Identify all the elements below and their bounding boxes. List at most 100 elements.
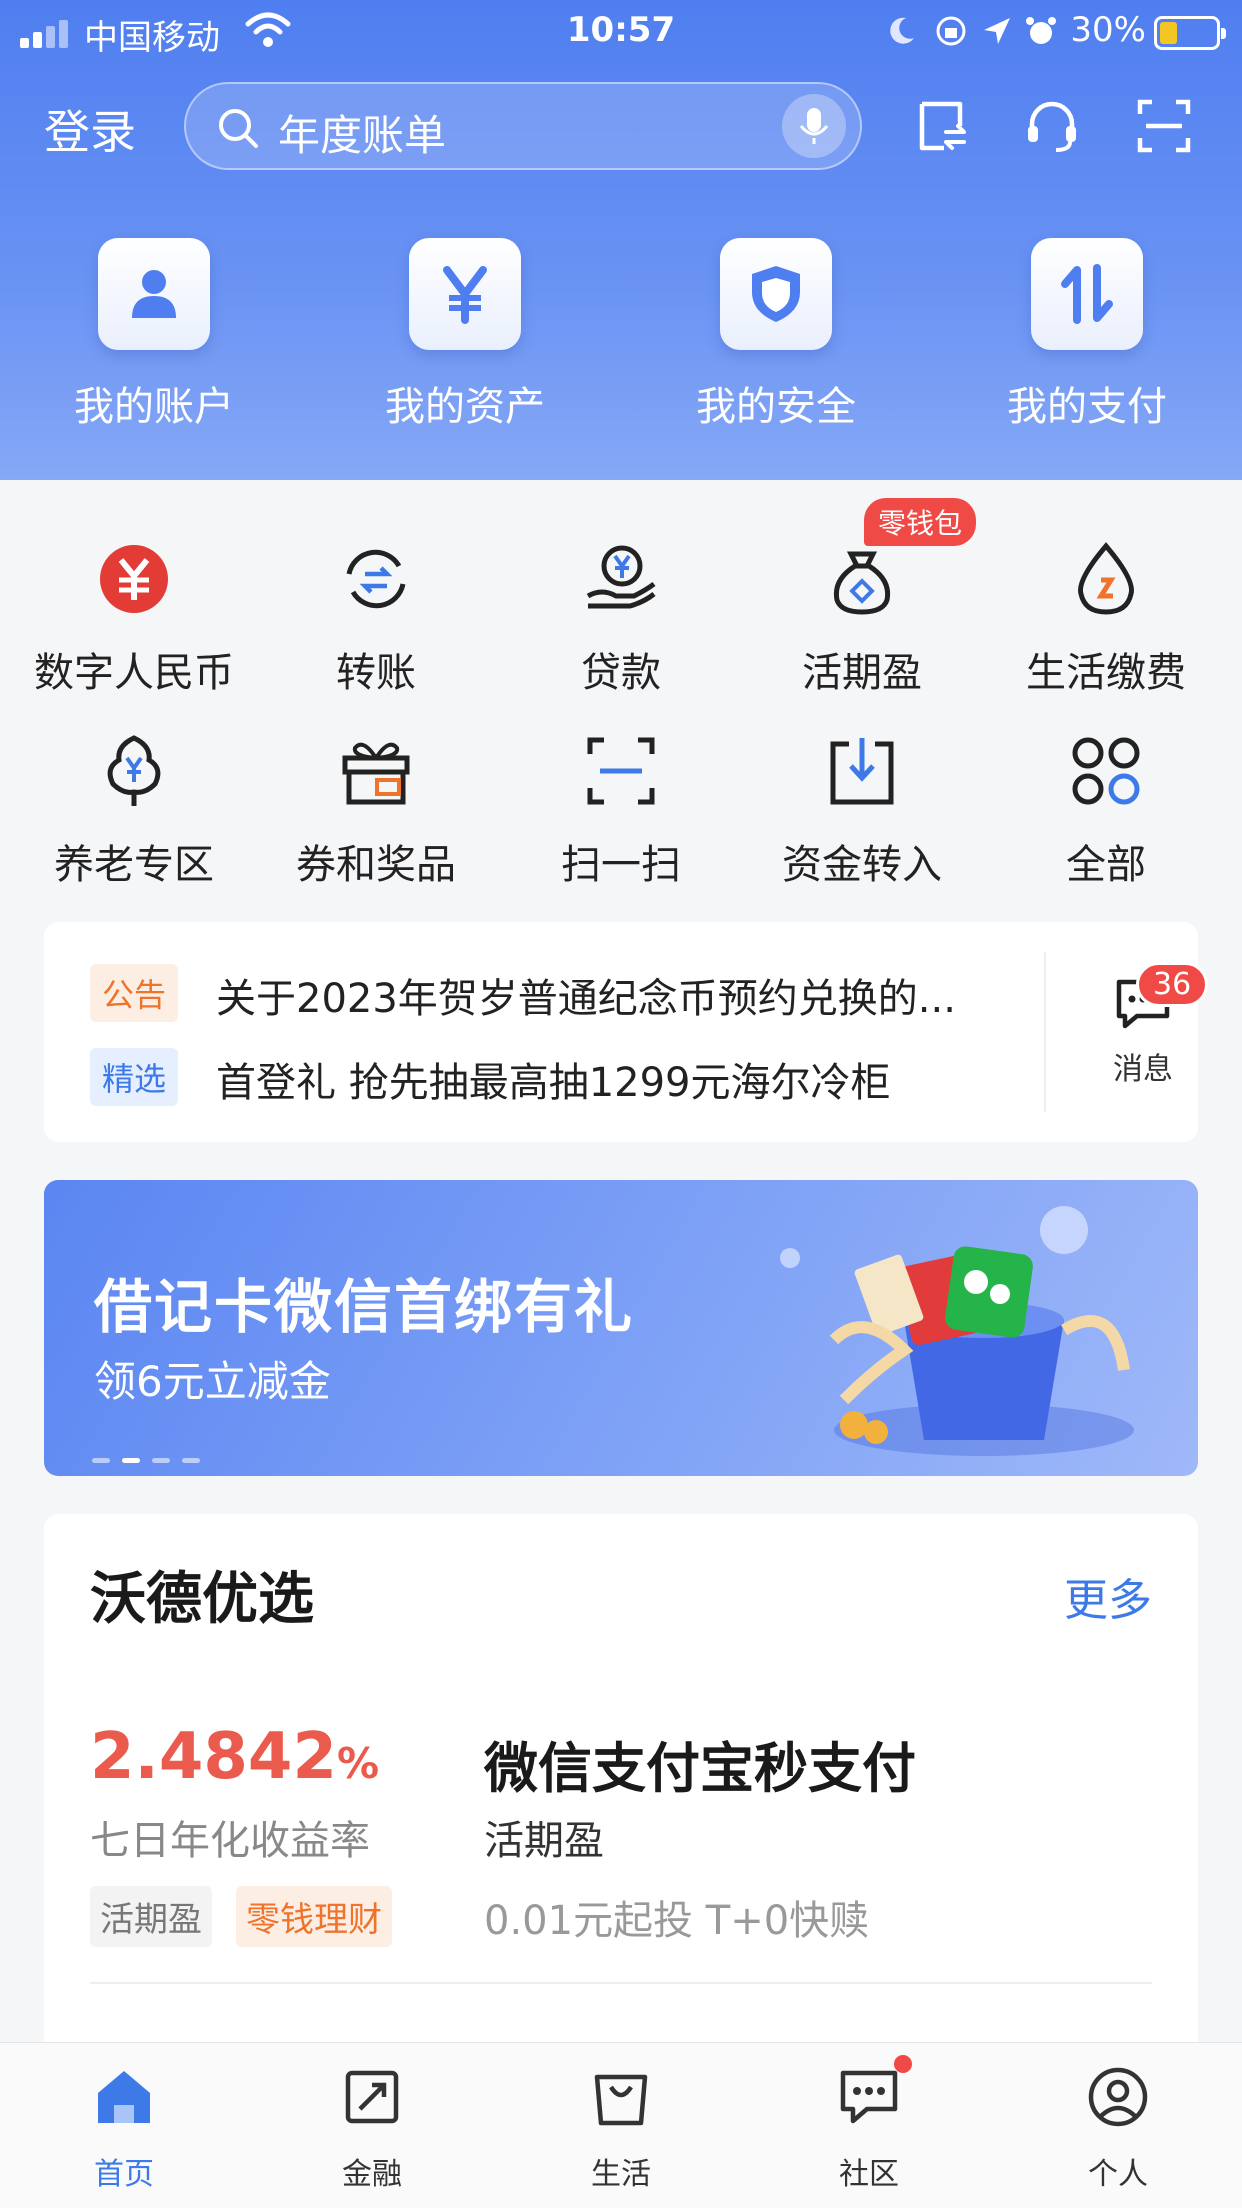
tab-home[interactable]: 首页: [0, 2065, 248, 2193]
loan-label: 贷款: [581, 650, 661, 696]
announcement-tag: 公告: [90, 964, 179, 1022]
yield-rate-label: 七日年化收益率: [90, 1818, 370, 1864]
pension-label: 养老专区: [54, 842, 214, 888]
shield-icon: [752, 266, 800, 322]
battery-percent: 30%: [1070, 10, 1146, 50]
digital-rmb-label: 数字人民币: [34, 650, 234, 696]
my-assets-tile: [409, 238, 521, 350]
my-assets-entry[interactable]: 我的资产: [345, 238, 585, 432]
product-chip-wealth: 零钱理财: [236, 1886, 392, 1947]
my-payment-label: 我的支付: [1007, 384, 1167, 430]
tab-profile[interactable]: 个人: [994, 2065, 1242, 2193]
more-link[interactable]: 更多: [1064, 1564, 1152, 1628]
chat-icon: [840, 2070, 898, 2124]
alarm-icon: [1026, 17, 1056, 44]
tab-bar: 首页 金融 生活 社区 个人: [0, 2042, 1242, 2208]
shopping-bag-icon: [594, 2074, 648, 2126]
finance-icon: [345, 2070, 399, 2124]
tab-profile-label: 个人: [1088, 2157, 1148, 2192]
search-input[interactable]: 年度账单: [184, 82, 862, 170]
loan-entry[interactable]: 贷款: [497, 540, 745, 698]
fund-in-label: 资金转入: [782, 842, 942, 888]
banner-subtitle: 领6元立减金: [94, 1357, 331, 1406]
tab-life-label: 生活: [591, 2157, 651, 2192]
product-description: 0.01元起投 T+0快赎: [484, 1898, 870, 1944]
banner-title: 借记卡微信首绑有礼: [94, 1273, 635, 1341]
bill-switch-icon[interactable]: [910, 96, 970, 156]
pension-entry[interactable]: 养老专区: [10, 732, 258, 890]
profile-icon: [1088, 2067, 1148, 2127]
transfer-icon: [346, 549, 406, 609]
divider: [1044, 952, 1046, 1112]
gift-box-illustration: [780, 1206, 1134, 1456]
notice-card: 公告 关于2023年贺岁普通纪念币预约兑换的... 精选 首登礼 抢先抽最高抽1…: [44, 922, 1209, 1142]
grid-icon: [1072, 737, 1140, 805]
huoqiying-label: 活期盈: [802, 650, 922, 696]
tab-home-label: 首页: [94, 2157, 154, 2192]
huoqiying-entry[interactable]: 活期盈: [738, 540, 986, 698]
scan-label: 扫一扫: [561, 842, 681, 888]
all-services-entry[interactable]: 全部: [982, 732, 1230, 890]
yield-rate: 2.4842%: [90, 1720, 379, 1794]
my-security-label: 我的安全: [696, 384, 856, 430]
all-services-label: 全部: [1066, 842, 1146, 888]
scan-icon[interactable]: [1134, 96, 1194, 156]
featured-tag: 精选: [90, 1048, 179, 1106]
quick-actions: 数字人民币 转账 贷款 活期盈 零钱包 生活缴费 养老专区 券和奖品 扫一扫 资…: [0, 480, 1242, 900]
microphone-icon: [799, 108, 829, 144]
gift-icon: [342, 742, 410, 805]
search-icon: [219, 109, 258, 148]
community-notification-dot: [894, 2055, 912, 2073]
download-tray-icon: [830, 738, 894, 805]
life-payment-label: 生活缴费: [1026, 650, 1186, 696]
status-bar: 中国移动 10:57 30%: [0, 0, 1242, 64]
login-button[interactable]: 登录: [44, 96, 136, 162]
home-icon: [98, 2071, 150, 2123]
fund-in-entry[interactable]: 资金转入: [738, 732, 986, 890]
my-account-tile: [98, 238, 210, 350]
my-payment-tile: [1031, 238, 1143, 350]
my-account-entry[interactable]: 我的账户: [34, 238, 274, 432]
coupons-entry[interactable]: 券和奖品: [252, 732, 500, 890]
search-placeholder: 年度账单: [278, 111, 447, 160]
messages-label: 消息: [1113, 1052, 1173, 1087]
water-drop-icon: [1078, 542, 1134, 615]
recommend-card: 沃德优选 更多 2.4842% 七日年化收益率 活期盈 零钱理财 微信支付宝秒支…: [44, 1514, 1198, 2054]
scan-entry[interactable]: 扫一扫: [497, 732, 745, 890]
carousel-dots: [92, 1448, 212, 1467]
battery-icon: [1154, 16, 1226, 50]
scan-frame-icon: [587, 737, 655, 805]
announcement-line[interactable]: 关于2023年贺岁普通纪念币预约兑换的...: [216, 966, 1066, 1024]
my-security-tile: [720, 238, 832, 350]
promo-banner[interactable]: 借记卡微信首绑有礼 领6元立减金: [44, 1180, 1198, 1476]
moon-icon: [890, 17, 914, 44]
yen-icon: [443, 266, 487, 324]
message-count-badge: 36: [1136, 962, 1209, 1007]
coupons-label: 券和奖品: [296, 842, 456, 888]
tab-life[interactable]: 生活: [497, 2065, 745, 2193]
rotation-lock-icon: [936, 16, 966, 46]
featured-line[interactable]: 首登礼 抢先抽最高抽1299元海尔冷柜: [216, 1050, 1066, 1108]
tab-finance-label: 金融: [342, 2157, 402, 2192]
my-payment-entry[interactable]: 我的支付: [967, 238, 1207, 432]
my-account-label: 我的账户: [74, 384, 234, 430]
yield-rate-value: 2.4842: [90, 1720, 337, 1794]
digital-rmb-entry[interactable]: 数字人民币: [10, 540, 258, 698]
location-icon: [984, 18, 1010, 44]
tab-community[interactable]: 社区: [745, 2065, 993, 2193]
product-subtitle: 活期盈: [484, 1818, 604, 1864]
product-name[interactable]: 微信支付宝秒支付: [484, 1724, 916, 1803]
voice-search-button[interactable]: [782, 94, 846, 158]
tab-finance[interactable]: 金融: [248, 2065, 496, 2193]
life-payment-entry[interactable]: 生活缴费: [982, 540, 1230, 698]
yield-rate-unit: %: [336, 1739, 380, 1788]
customer-service-icon[interactable]: [1022, 96, 1082, 156]
pension-tree-icon: [107, 735, 161, 806]
transfer-arrows-icon: [1061, 264, 1113, 324]
product-chip-huoqiying: 活期盈: [90, 1886, 212, 1947]
transfer-entry[interactable]: 转账: [252, 540, 500, 698]
wallet-badge: 零钱包: [864, 498, 977, 546]
user-icon: [132, 270, 176, 318]
my-security-entry[interactable]: 我的安全: [656, 238, 896, 432]
digital-rmb-icon: [100, 545, 168, 613]
